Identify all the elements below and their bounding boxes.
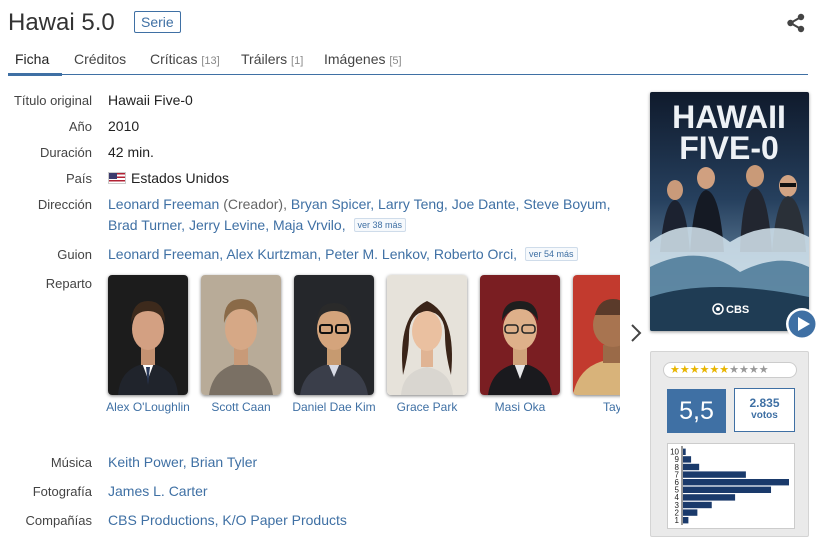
us-flag-icon [108, 172, 126, 184]
type-badge[interactable]: Serie [134, 11, 181, 33]
companies-label: Compañías [25, 513, 92, 528]
cast-carousel: Alex O'Loughlin Scott Caan Daniel Dae Ki… [104, 270, 620, 420]
cast-member[interactable]: Grace Park [387, 275, 467, 414]
photography-label: Fotografía [32, 484, 92, 499]
chevron-right-icon[interactable] [629, 322, 643, 344]
page-title: Hawai 5.0 [8, 9, 115, 36]
average-score: 5,5 [667, 389, 726, 433]
star-rating: ★★★★★★★★★★ [663, 362, 797, 378]
script-label: Guion [57, 247, 92, 262]
writer-link[interactable]: Alex Kurtzman, [226, 246, 321, 262]
direction-label: Dirección [37, 197, 92, 212]
tab-creditos[interactable]: Créditos [74, 51, 126, 67]
writer-link[interactable]: Leonard Freeman, [108, 246, 223, 262]
cast-photo[interactable] [480, 275, 560, 395]
music-value: Keith Power, Brian Tyler [108, 454, 257, 470]
poster-network: CBS [726, 304, 749, 316]
histogram-bar [683, 471, 746, 478]
director-link[interactable]: Jerry Levine, [189, 217, 269, 233]
tab-imagenes[interactable]: Imágenes [5] [324, 51, 402, 67]
histogram-bar [683, 517, 689, 524]
histogram-bar [683, 479, 789, 486]
director-link[interactable]: Maja Vrvilo, [273, 217, 346, 233]
cast-member[interactable]: Taylor [573, 275, 620, 414]
director-link[interactable]: Joe Dante, [452, 196, 520, 212]
cinematographer-link[interactable]: James L. Carter [108, 483, 208, 499]
company-link[interactable]: K/O Paper Products [222, 512, 347, 528]
cast-name[interactable]: Daniel Dae Kim [284, 400, 384, 414]
direction-line-1: Leonard Freeman (Creador), Bryan Spicer,… [108, 196, 610, 212]
cast-label: Reparto [45, 276, 92, 291]
header: Hawai 5.0 Serie [8, 8, 816, 40]
direction-line-2: Brad Turner, Jerry Levine, Maja Vrvilo, … [108, 217, 407, 233]
poster[interactable]: HAWAII FIVE-0 CBS [650, 92, 809, 331]
cast-photo[interactable] [294, 275, 374, 395]
director-link[interactable]: Larry Teng, [378, 196, 448, 212]
composer-link[interactable]: Brian Tyler [191, 454, 258, 470]
histogram-label: 1 [675, 516, 680, 525]
histogram-bar [683, 463, 700, 471]
director-role: (Creador), [223, 196, 287, 212]
cast-photo[interactable] [201, 275, 281, 395]
photography-value: James L. Carter [108, 483, 208, 499]
writer-link[interactable]: Peter M. Lenkov, [325, 246, 430, 262]
histogram-bar [683, 509, 698, 516]
histogram-bar [683, 501, 712, 509]
play-icon[interactable] [785, 307, 819, 341]
histogram-bar [683, 486, 772, 493]
year-value: 2010 [108, 118, 140, 134]
cast-photo[interactable] [387, 275, 467, 395]
script-value: Leonard Freeman, Alex Kurtzman, Peter M.… [108, 246, 578, 262]
composer-link[interactable]: Keith Power, [108, 454, 187, 470]
histogram-bar [683, 448, 686, 455]
cast-name[interactable]: Scott Caan [191, 400, 291, 414]
more-writers-button[interactable]: ver 54 más [524, 247, 578, 261]
cast-name[interactable]: Taylor [569, 400, 620, 414]
director-link[interactable]: Bryan Spicer, [291, 196, 374, 212]
cast-photo[interactable] [108, 275, 188, 395]
votes-count[interactable]: 2.835 votos [734, 388, 795, 432]
rating-panel: ★★★★★★★★★★ 5,5 2.835 votos 10 9 8 7 6 5 4 3 2 1 [650, 351, 809, 537]
tab-ficha[interactable]: Ficha [15, 51, 49, 67]
writer-link[interactable]: Roberto Orci, [434, 246, 517, 262]
country-name: Estados Unidos [131, 170, 230, 186]
company-link[interactable]: CBS Productions, [108, 512, 219, 528]
cast-member[interactable]: Masi Oka [480, 275, 560, 414]
tab-trailers[interactable]: Tráilers [1] [241, 51, 303, 67]
cast-member[interactable]: Daniel Dae Kim [292, 275, 376, 414]
duration-label: Duración [39, 145, 92, 160]
cast-name[interactable]: Alex O'Loughlin [104, 400, 198, 414]
director-link[interactable]: Leonard Freeman [108, 196, 219, 212]
original-title-value: Hawaii Five-0 [108, 92, 193, 108]
director-link[interactable]: Brad Turner, [108, 217, 185, 233]
more-directors-button[interactable]: ver 38 más [353, 218, 407, 232]
original-title-label: Título original [13, 93, 92, 108]
cast-name[interactable]: Grace Park [377, 400, 477, 414]
poster-title-line-2: FIVE-0 [679, 130, 779, 166]
companies-value: CBS Productions, K/O Paper Products [108, 512, 347, 528]
year-label: Año [68, 119, 92, 134]
vote-histogram: 10 9 8 7 6 5 4 3 2 1 [667, 443, 795, 529]
cast-member[interactable]: Scott Caan [201, 275, 281, 414]
cast-photo[interactable] [573, 275, 620, 395]
country-label: País [65, 171, 92, 186]
duration-value: 42 min. [108, 144, 154, 160]
histogram-bar [683, 494, 736, 501]
histogram-bar [683, 456, 692, 463]
active-tab-indicator [8, 73, 62, 76]
director-link[interactable]: Steve Boyum, [523, 196, 610, 212]
tab-bar: Ficha Créditos Críticas [13] Tráilers [1… [8, 44, 808, 76]
share-icon[interactable] [786, 13, 806, 33]
cast-name[interactable]: Masi Oka [470, 400, 570, 414]
country-value: Estados Unidos [108, 170, 229, 186]
cast-member[interactable]: Alex O'Loughlin [106, 275, 190, 414]
tab-criticas[interactable]: Críticas [13] [150, 51, 220, 67]
music-label: Música [50, 455, 92, 470]
